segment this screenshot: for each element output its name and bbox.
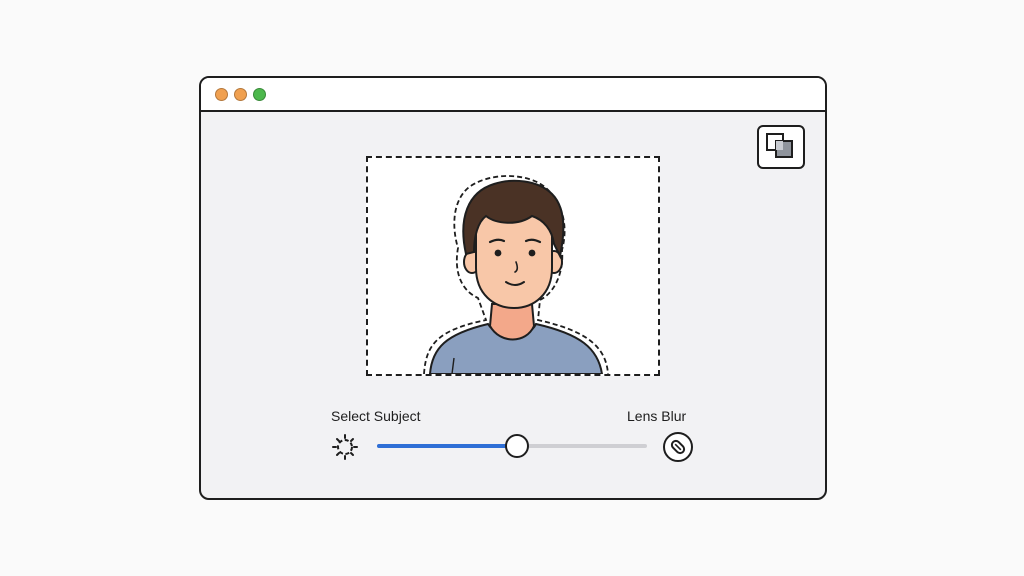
app-window: Select Subject Lens Blur	[199, 76, 827, 500]
lens-blur-label: Lens Blur	[627, 408, 687, 424]
slider-thumb[interactable]	[505, 434, 530, 458]
photo-canvas[interactable]	[366, 156, 660, 376]
lens-blur-icon	[670, 439, 686, 455]
close-window-button[interactable]	[215, 88, 228, 101]
title-bar	[201, 78, 825, 112]
compare-button[interactable]	[757, 125, 805, 169]
select-subject-icon[interactable]	[332, 434, 358, 460]
lens-blur-button[interactable]	[663, 432, 693, 462]
minimize-window-button[interactable]	[234, 88, 247, 101]
compare-layers-icon	[766, 133, 793, 158]
slider-fill	[377, 444, 518, 448]
blur-slider[interactable]	[377, 434, 647, 458]
zoom-window-button[interactable]	[253, 88, 266, 101]
select-subject-label: Select Subject	[331, 408, 421, 424]
subject-portrait	[423, 175, 609, 374]
